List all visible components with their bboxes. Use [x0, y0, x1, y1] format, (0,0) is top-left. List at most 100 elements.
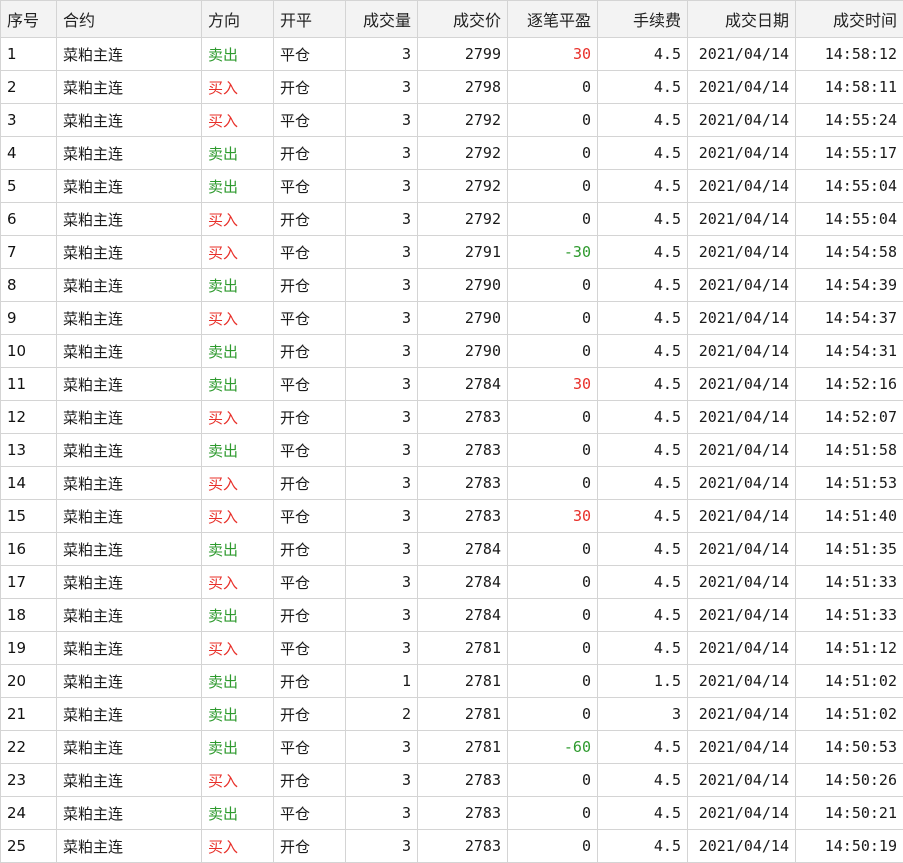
cell-time: 14:50:26	[796, 764, 903, 797]
cell-direction: 卖出	[202, 533, 274, 566]
cell-contract: 菜粕主连	[57, 764, 202, 797]
table-row[interactable]: 2菜粕主连买入开仓3279804.52021/04/1414:58:11	[1, 71, 903, 104]
cell-volume: 3	[346, 368, 418, 401]
cell-direction: 买入	[202, 632, 274, 665]
col-header-direction[interactable]: 方向	[202, 1, 274, 38]
cell-volume: 3	[346, 302, 418, 335]
cell-pnl: 30	[508, 500, 598, 533]
cell-volume: 3	[346, 566, 418, 599]
cell-fee: 4.5	[598, 71, 688, 104]
cell-time: 14:51:33	[796, 599, 903, 632]
cell-volume: 3	[346, 434, 418, 467]
table-row[interactable]: 9菜粕主连买入平仓3279004.52021/04/1414:54:37	[1, 302, 903, 335]
cell-date: 2021/04/14	[688, 335, 796, 368]
cell-seq: 3	[1, 104, 57, 137]
table-row[interactable]: 23菜粕主连买入开仓3278304.52021/04/1414:50:26	[1, 764, 903, 797]
cell-time: 14:50:21	[796, 797, 903, 830]
cell-seq: 23	[1, 764, 57, 797]
cell-contract: 菜粕主连	[57, 335, 202, 368]
cell-seq: 22	[1, 731, 57, 764]
table-row[interactable]: 10菜粕主连卖出开仓3279004.52021/04/1414:54:31	[1, 335, 903, 368]
table-row[interactable]: 22菜粕主连卖出平仓32781-604.52021/04/1414:50:53	[1, 731, 903, 764]
col-header-open-close[interactable]: 开平	[274, 1, 346, 38]
table-row[interactable]: 11菜粕主连卖出平仓32784304.52021/04/1414:52:16	[1, 368, 903, 401]
table-row[interactable]: 19菜粕主连买入平仓3278104.52021/04/1414:51:12	[1, 632, 903, 665]
table-row[interactable]: 3菜粕主连买入平仓3279204.52021/04/1414:55:24	[1, 104, 903, 137]
table-row[interactable]: 18菜粕主连卖出开仓3278404.52021/04/1414:51:33	[1, 599, 903, 632]
table-row[interactable]: 6菜粕主连买入开仓3279204.52021/04/1414:55:04	[1, 203, 903, 236]
table-row[interactable]: 12菜粕主连买入开仓3278304.52021/04/1414:52:07	[1, 401, 903, 434]
cell-direction: 卖出	[202, 368, 274, 401]
cell-direction: 卖出	[202, 137, 274, 170]
cell-direction: 买入	[202, 203, 274, 236]
cell-fee: 4.5	[598, 533, 688, 566]
table-row[interactable]: 5菜粕主连卖出平仓3279204.52021/04/1414:55:04	[1, 170, 903, 203]
cell-seq: 13	[1, 434, 57, 467]
cell-volume: 2	[346, 698, 418, 731]
table-row[interactable]: 8菜粕主连卖出开仓3279004.52021/04/1414:54:39	[1, 269, 903, 302]
cell-date: 2021/04/14	[688, 71, 796, 104]
cell-price: 2783	[418, 434, 508, 467]
cell-price: 2799	[418, 38, 508, 71]
table-row[interactable]: 15菜粕主连买入平仓32783304.52021/04/1414:51:40	[1, 500, 903, 533]
cell-fee: 1.5	[598, 665, 688, 698]
cell-contract: 菜粕主连	[57, 203, 202, 236]
table-row[interactable]: 13菜粕主连卖出平仓3278304.52021/04/1414:51:58	[1, 434, 903, 467]
cell-pnl: 0	[508, 797, 598, 830]
table-row[interactable]: 24菜粕主连卖出平仓3278304.52021/04/1414:50:21	[1, 797, 903, 830]
cell-contract: 菜粕主连	[57, 71, 202, 104]
cell-pnl: 0	[508, 665, 598, 698]
cell-price: 2792	[418, 170, 508, 203]
cell-open-close: 平仓	[274, 236, 346, 269]
cell-seq: 20	[1, 665, 57, 698]
table-row[interactable]: 17菜粕主连买入平仓3278404.52021/04/1414:51:33	[1, 566, 903, 599]
cell-time: 14:51:53	[796, 467, 903, 500]
cell-contract: 菜粕主连	[57, 302, 202, 335]
col-header-fee[interactable]: 手续费	[598, 1, 688, 38]
col-header-contract[interactable]: 合约	[57, 1, 202, 38]
table-row[interactable]: 4菜粕主连卖出开仓3279204.52021/04/1414:55:17	[1, 137, 903, 170]
table-row[interactable]: 21菜粕主连卖出开仓22781032021/04/1414:51:02	[1, 698, 903, 731]
table-row[interactable]: 16菜粕主连卖出开仓3278404.52021/04/1414:51:35	[1, 533, 903, 566]
cell-fee: 4.5	[598, 335, 688, 368]
cell-pnl: 0	[508, 467, 598, 500]
cell-fee: 4.5	[598, 467, 688, 500]
col-header-seq[interactable]: 序号	[1, 1, 57, 38]
cell-date: 2021/04/14	[688, 269, 796, 302]
cell-price: 2783	[418, 764, 508, 797]
col-header-time[interactable]: 成交时间	[796, 1, 903, 38]
cell-seq: 7	[1, 236, 57, 269]
table-row[interactable]: 1菜粕主连卖出平仓32799304.52021/04/1414:58:12	[1, 38, 903, 71]
cell-direction: 卖出	[202, 434, 274, 467]
cell-date: 2021/04/14	[688, 731, 796, 764]
cell-date: 2021/04/14	[688, 434, 796, 467]
col-header-date[interactable]: 成交日期	[688, 1, 796, 38]
cell-fee: 4.5	[598, 632, 688, 665]
cell-fee: 4.5	[598, 599, 688, 632]
cell-price: 2784	[418, 533, 508, 566]
table-row[interactable]: 7菜粕主连买入平仓32791-304.52021/04/1414:54:58	[1, 236, 903, 269]
cell-time: 14:51:02	[796, 665, 903, 698]
col-header-price[interactable]: 成交价	[418, 1, 508, 38]
cell-price: 2781	[418, 665, 508, 698]
cell-price: 2792	[418, 203, 508, 236]
cell-volume: 3	[346, 236, 418, 269]
cell-fee: 4.5	[598, 797, 688, 830]
cell-price: 2783	[418, 500, 508, 533]
cell-volume: 3	[346, 137, 418, 170]
cell-pnl: 30	[508, 368, 598, 401]
cell-time: 14:54:39	[796, 269, 903, 302]
table-row[interactable]: 14菜粕主连买入开仓3278304.52021/04/1414:51:53	[1, 467, 903, 500]
cell-direction: 卖出	[202, 698, 274, 731]
trade-table: 序号 合约 方向 开平 成交量 成交价 逐笔平盈 手续费 成交日期 成交时间 1…	[0, 0, 903, 863]
cell-price: 2790	[418, 302, 508, 335]
col-header-pnl[interactable]: 逐笔平盈	[508, 1, 598, 38]
cell-volume: 3	[346, 401, 418, 434]
cell-open-close: 开仓	[274, 467, 346, 500]
cell-price: 2783	[418, 401, 508, 434]
cell-direction: 买入	[202, 104, 274, 137]
cell-pnl: 0	[508, 632, 598, 665]
cell-date: 2021/04/14	[688, 203, 796, 236]
col-header-volume[interactable]: 成交量	[346, 1, 418, 38]
table-row[interactable]: 20菜粕主连卖出开仓1278101.52021/04/1414:51:02	[1, 665, 903, 698]
